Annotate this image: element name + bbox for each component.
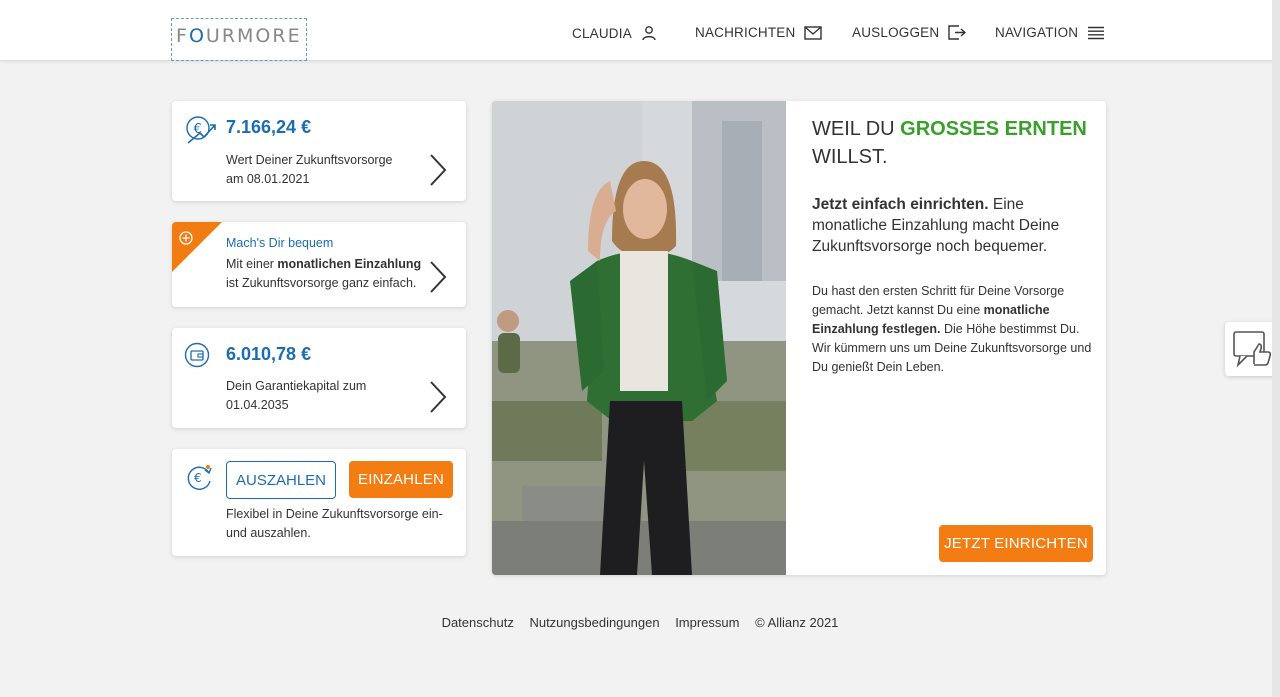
copyright-text: © Allianz 2021 — [755, 615, 839, 630]
mail-icon — [804, 25, 823, 40]
promo-line1-text: Mit einer — [226, 257, 278, 271]
logo-text-f: F — [176, 25, 189, 47]
guarantee-amount: 6.010,78 € — [226, 344, 312, 364]
nav-logout[interactable]: AUSLOGGEN — [852, 25, 967, 40]
nav-user[interactable]: CLAUDIA — [572, 25, 657, 41]
hero-headline-line2: WILLST. — [812, 146, 888, 168]
value-line1: Wert Deiner Zukunftsvorsorge — [226, 153, 393, 167]
hero-lead-bold: Jetzt einfach einrichten. — [812, 196, 989, 213]
logo-text-o: O — [188, 25, 206, 47]
euro-cycle-icon: € — [187, 465, 212, 490]
plus-icon — [179, 231, 193, 245]
wallet-icon — [184, 342, 210, 368]
nav-navigation-label: NAVIGATION — [995, 25, 1079, 40]
actions-line1: Flexibel in Deine Zukunftsvorsorge ein- — [226, 507, 443, 521]
hero-body: Du hast den ersten Schritt für Deine Vor… — [812, 282, 1092, 377]
actions-line2: und auszahlen. — [226, 526, 311, 540]
promo-line2: ist Zukunftsvorsorge ganz einfach. — [226, 276, 417, 290]
guarantee-description: Dein Garantiekapital zum 01.04.2035 — [226, 377, 366, 415]
hero-photo — [492, 101, 786, 575]
fourmore-logo[interactable]: FOURMORE — [171, 18, 307, 61]
actions-description: Flexibel in Deine Zukunftsvorsorge ein- … — [226, 505, 443, 543]
top-bar: FOURMORE CLAUDIA NACHRICHTEN AUSLOGGEN N… — [0, 0, 1280, 61]
feedback-icon — [1232, 331, 1271, 368]
hero-headline-pre: WEIL DU — [812, 118, 901, 140]
imprint-link[interactable]: Impressum — [675, 615, 739, 630]
nav-navigation[interactable]: NAVIGATION — [995, 25, 1105, 40]
privacy-link[interactable]: Datenschutz — [442, 615, 514, 630]
chevron-right-icon[interactable] — [428, 260, 448, 294]
nav-messages-label: NACHRICHTEN — [695, 25, 796, 40]
hero-headline: WEIL DU GROSSES ERNTEN WILLST. — [812, 115, 1087, 171]
nav-messages[interactable]: NACHRICHTEN — [695, 25, 823, 40]
nav-logout-label: AUSLOGGEN — [852, 25, 940, 40]
hero-headline-highlight: GROSSES ERNTEN — [900, 118, 1087, 140]
guarantee-card[interactable]: 6.010,78 € Dein Garantiekapital zum 01.0… — [172, 328, 466, 428]
scrollbar[interactable] — [1272, 0, 1280, 697]
user-icon — [642, 26, 656, 41]
hero-lead: Jetzt einfach einrichten. Eine monatlich… — [812, 194, 1092, 257]
svg-text:€: € — [194, 471, 202, 485]
payin-button[interactable]: EINZAHLEN — [349, 461, 453, 498]
promo-description: Mit einer monatlichen Einzahlung ist Zuk… — [226, 255, 421, 293]
hero-panel: WEIL DU GROSSES ERNTEN WILLST. Jetzt ein… — [492, 101, 1106, 575]
setup-now-button[interactable]: JETZT EINRICHTEN — [939, 525, 1093, 562]
guarantee-line2: 01.04.2035 — [226, 398, 289, 412]
chevron-right-icon[interactable] — [428, 153, 448, 187]
guarantee-line1: Dein Garantiekapital zum — [226, 379, 367, 393]
logout-icon — [948, 25, 967, 40]
chevron-right-icon[interactable] — [428, 380, 448, 414]
value-card[interactable]: € 7.166,24 € Wert Deiner Zukunftsvorsorg… — [172, 101, 466, 201]
promo-line1-bold: monatlichen Einzahlung — [277, 257, 422, 271]
promo-card[interactable]: Mach's Dir bequem Mit einer monatlichen … — [172, 222, 466, 307]
promo-title: Mach's Dir bequem — [226, 236, 334, 250]
nav-user-label: CLAUDIA — [572, 25, 632, 41]
value-line2: am 08.01.2021 — [226, 172, 310, 186]
logo-text-rest: URMORE — [205, 25, 302, 47]
terms-link[interactable]: Nutzungsbedingungen — [529, 615, 659, 630]
value-description: Wert Deiner Zukunftsvorsorge am 08.01.20… — [226, 151, 393, 189]
value-amount: 7.166,24 € — [226, 117, 312, 137]
euro-growth-icon: € — [186, 116, 216, 144]
woman-in-garden-image — [492, 101, 786, 575]
promo-line1: Mit einer monatlichen Einzahlung — [226, 255, 421, 274]
payout-button[interactable]: AUSZAHLEN — [226, 461, 336, 499]
menu-icon — [1088, 26, 1105, 39]
actions-card: € AUSZAHLEN EINZAHLEN Flexibel in Deine … — [172, 449, 466, 556]
footer: Datenschutz Nutzungsbedingungen Impressu… — [0, 615, 1280, 630]
